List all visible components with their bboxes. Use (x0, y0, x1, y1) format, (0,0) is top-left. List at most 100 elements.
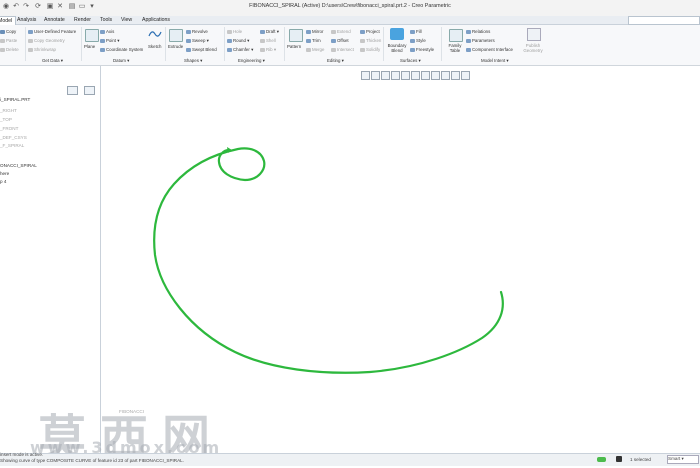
swept-blend-button[interactable]: Swept Blend (186, 47, 217, 52)
user-defined-feature-button[interactable]: User-Defined Feature (28, 29, 76, 34)
command-search-input[interactable] (628, 16, 700, 25)
rib-button[interactable]: Rib ▾ (260, 47, 276, 53)
family-table-icon[interactable] (449, 29, 463, 42)
coordinate-system-label: Coordinate System (106, 47, 144, 52)
regen-status-icon[interactable] (597, 457, 606, 462)
freestyle-button[interactable]: Freestyle (410, 47, 434, 52)
copy-geometry-button[interactable]: Copy Geometry (28, 38, 65, 43)
repaint-icon[interactable] (391, 71, 400, 80)
shell-button[interactable]: Shell (260, 38, 276, 43)
paste-button[interactable]: Paste (0, 38, 17, 43)
datum-display-icon[interactable] (441, 71, 450, 80)
extrude-icon[interactable] (169, 29, 183, 42)
axis-button[interactable]: Axis (100, 29, 114, 34)
component-interface-button[interactable]: Component Interface (466, 47, 513, 52)
round-button[interactable]: Round ▾ (227, 38, 249, 44)
extrude-button[interactable]: Extrude (168, 44, 183, 49)
tree-item-insert-here[interactable]: here (0, 171, 9, 176)
ribbon-divider (165, 27, 166, 61)
copy-button[interactable]: Copy (0, 29, 16, 34)
tree-item-group[interactable]: p 4 (0, 179, 6, 184)
fill-button[interactable]: Fill (410, 29, 422, 34)
fibonacci-spiral-curve[interactable] (153, 147, 504, 374)
trim-button[interactable]: Trim (306, 38, 321, 43)
pattern-icon[interactable] (289, 29, 303, 42)
tab-annotate[interactable]: Annotate (41, 16, 68, 24)
point-button[interactable]: Point ▾ (100, 38, 119, 44)
mirror-label: Mirror (312, 29, 324, 34)
parameters-button[interactable]: Parameters (466, 38, 495, 43)
display-style-icon[interactable] (401, 71, 410, 80)
refit-icon[interactable] (361, 71, 370, 80)
shell-icon (260, 38, 265, 43)
group-surfaces[interactable]: Surfaces ▾ (400, 58, 421, 64)
merge-button[interactable]: Merge (306, 47, 324, 52)
plane-icon[interactable] (85, 29, 99, 42)
tree-settings-icon[interactable] (67, 86, 78, 95)
shrinkwrap-label: Shrinkwrap (34, 47, 56, 52)
tab-render[interactable]: Render (71, 16, 94, 24)
publish-geometry-button[interactable]: Publish Geometry (520, 43, 546, 53)
parameters-icon (466, 38, 471, 43)
hole-button[interactable]: Hole (227, 29, 242, 34)
annotation-display-icon[interactable] (451, 71, 460, 80)
sweep-button[interactable]: Sweep ▾ (186, 38, 209, 44)
shrinkwrap-button[interactable]: Shrinkwrap (28, 47, 56, 52)
tab-applications[interactable]: Applications (139, 16, 173, 24)
thicken-button[interactable]: Thicken (360, 38, 381, 43)
tree-item-part[interactable]: i_SPIRAL.PRT (0, 97, 30, 102)
selection-filter-icon[interactable] (616, 456, 622, 462)
tab-view[interactable]: View (118, 16, 135, 24)
draft-button[interactable]: Draft ▾ (260, 29, 279, 35)
zoom-out-icon[interactable] (381, 71, 390, 80)
sketch-icon[interactable] (148, 28, 162, 42)
boundary-blend-icon[interactable] (390, 28, 404, 40)
tab-tools[interactable]: Tools (97, 16, 115, 24)
solidify-button[interactable]: Solidify (360, 47, 380, 52)
group-model-intent[interactable]: Model Intent ▾ (481, 58, 509, 64)
extend-button[interactable]: Extend (331, 29, 351, 34)
group-editing[interactable]: Editing ▾ (327, 58, 344, 64)
publish-geometry-icon[interactable] (527, 28, 541, 41)
filter-select[interactable]: Smart ▾ (667, 455, 699, 464)
relations-button[interactable]: Relations (466, 29, 490, 34)
intersect-button[interactable]: Intersect (331, 47, 354, 52)
sketch-button[interactable]: Sketch (148, 44, 161, 49)
hole-icon (227, 29, 232, 34)
offset-button[interactable]: Offset (331, 38, 349, 43)
tree-item-right[interactable]: _RIGHT (0, 108, 17, 113)
group-engineering[interactable]: Engineering ▾ (238, 58, 265, 64)
graphics-canvas[interactable] (101, 80, 700, 452)
delete-button[interactable]: Delete (0, 47, 19, 52)
project-button[interactable]: Project (360, 29, 380, 34)
revolve-button[interactable]: Revolve (186, 29, 208, 34)
chamfer-button[interactable]: Chamfer ▾ (227, 47, 253, 53)
family-table-button[interactable]: Family Table (445, 43, 465, 53)
tree-item-csys[interactable]: _DEF_CSYS (0, 135, 27, 140)
mirror-button[interactable]: Mirror (306, 29, 323, 34)
shrinkwrap-icon (28, 47, 33, 52)
delete-icon (0, 47, 5, 52)
tree-show-icon[interactable] (84, 86, 95, 95)
boundary-blend-button[interactable]: Boundary Blend (386, 43, 408, 53)
saved-orientations-icon[interactable] (411, 71, 420, 80)
view-manager-icon[interactable] (421, 71, 430, 80)
style-label: Style (416, 38, 426, 43)
tree-item-spiral-curve[interactable]: _F_SPIRAL (0, 143, 24, 148)
tree-item-fibonacci-spiral[interactable]: ONACCI_SPIRAL (0, 163, 37, 168)
tree-item-front[interactable]: _FRONT (0, 126, 18, 131)
plane-button[interactable]: Plane (84, 44, 95, 49)
perspective-view-icon[interactable] (431, 71, 440, 80)
pattern-button[interactable]: Pattern (287, 44, 301, 49)
style-button[interactable]: Style (410, 38, 426, 43)
merge-icon (306, 47, 311, 52)
tab-analysis[interactable]: Analysis (14, 16, 39, 24)
coordinate-system-button[interactable]: Coordinate System (100, 47, 143, 52)
spin-center-icon[interactable] (461, 71, 470, 80)
group-get-data[interactable]: Get Data ▾ (42, 58, 63, 64)
solidify-label: Solidify (366, 47, 381, 52)
group-datum[interactable]: Datum ▾ (113, 58, 129, 64)
zoom-in-icon[interactable] (371, 71, 380, 80)
group-shapes[interactable]: Shapes ▾ (184, 58, 202, 64)
tree-item-top[interactable]: _TOP (0, 117, 12, 122)
